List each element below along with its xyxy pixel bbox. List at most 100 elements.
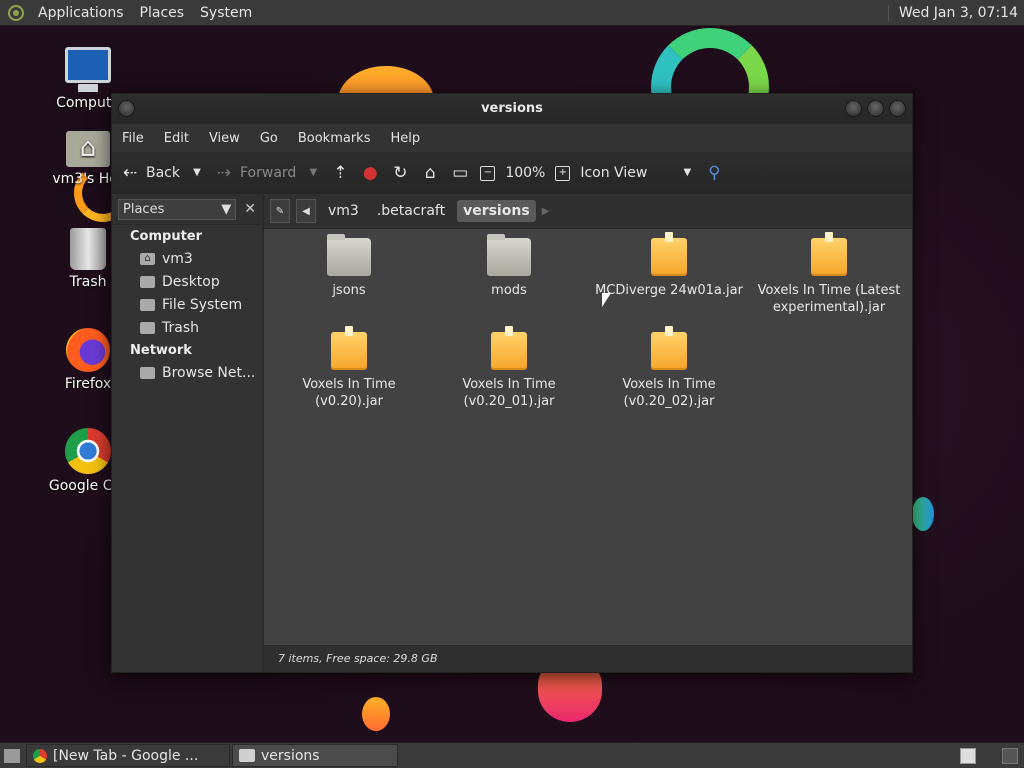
sidebar-item-trash[interactable]: Trash xyxy=(112,316,262,339)
reload-icon[interactable]: ↻ xyxy=(390,163,410,183)
up-arrow-icon[interactable]: ⇡ xyxy=(330,163,350,183)
menu-file[interactable]: File xyxy=(112,131,154,146)
file-name: Voxels In Time (v0.20_02).jar xyxy=(622,377,716,409)
path-scroll-left-icon[interactable]: ◀ xyxy=(296,199,316,223)
file-item-voxels-latest[interactable]: Voxels In Time (Latest experimental).jar xyxy=(754,232,904,316)
path-scroll-right-icon[interactable]: ▶ xyxy=(542,206,550,217)
workspace-1[interactable] xyxy=(960,747,976,764)
menubar: File Edit View Go Bookmarks Help xyxy=(112,124,912,152)
menu-view[interactable]: View xyxy=(199,131,250,146)
sidebar-item-label: Desktop xyxy=(162,273,220,290)
window-menu-button[interactable] xyxy=(118,100,135,117)
window-title: versions xyxy=(481,101,543,116)
back-label: Back xyxy=(146,165,180,181)
home-icon[interactable]: ⌂ xyxy=(420,163,440,183)
window-titlebar[interactable]: versions xyxy=(112,94,912,124)
file-item-mods[interactable]: mods xyxy=(434,234,584,299)
home-folder-icon xyxy=(66,131,110,167)
forward-button[interactable]: ⇢ Forward xyxy=(214,163,296,183)
file-item-mcdiverge[interactable]: MCDiverge 24w01a.jar xyxy=(594,232,744,299)
forward-history-dropdown-icon[interactable]: ▼ xyxy=(306,163,320,183)
applications-menu[interactable]: Applications xyxy=(30,0,132,25)
computer-icon[interactable]: ▭ xyxy=(450,163,470,183)
chrome-icon xyxy=(33,748,47,763)
sidebar-item-vm3[interactable]: ⌂ vm3 xyxy=(112,247,262,270)
desktop-icon-label: Firefox xyxy=(64,376,112,392)
home-folder-icon: ⌂ xyxy=(140,252,155,265)
maximize-button[interactable] xyxy=(867,100,884,117)
sidebar-item-browse-network[interactable]: Browse Net... xyxy=(112,361,262,384)
zoom-in-icon[interactable]: + xyxy=(555,165,571,181)
mouse-pointer-icon xyxy=(602,293,611,307)
search-icon[interactable]: ⚲ xyxy=(704,163,724,183)
back-button[interactable]: ⇠ Back xyxy=(120,163,180,183)
sidebar-item-label: File System xyxy=(162,296,243,313)
toolbar: ⇠ Back ▼ ⇢ Forward ▼ ⇡ ● ↻ ⌂ ▭ − 100% + … xyxy=(112,152,912,194)
menu-help[interactable]: Help xyxy=(380,131,430,146)
back-arrow-icon: ⇠ xyxy=(122,163,138,183)
file-item-voxels-v020[interactable]: Voxels In Time (v0.20).jar xyxy=(274,326,424,410)
sidebar-group-network: Network xyxy=(130,343,192,358)
location-bar: ✎ ◀ vm3 .betacraft versions ▶ xyxy=(264,194,912,229)
view-mode-dropdown-icon[interactable]: ▼ xyxy=(680,163,694,183)
close-sidebar-icon[interactable]: ✕ xyxy=(244,201,256,217)
workspace-2[interactable] xyxy=(1002,747,1018,764)
folder-icon xyxy=(239,749,255,762)
breadcrumb-vm3[interactable]: vm3 xyxy=(322,200,365,222)
sidebar-item-file-system[interactable]: File System xyxy=(112,293,262,316)
task-versions[interactable]: versions xyxy=(232,744,398,767)
sidebar-group-computer: Computer xyxy=(130,229,203,244)
file-name: Voxels In Time (v0.20_01).jar xyxy=(462,377,556,409)
zoom-out-icon[interactable]: − xyxy=(480,165,496,181)
sidebar-item-label: Trash xyxy=(162,319,199,336)
file-item-voxels-v020-01[interactable]: Voxels In Time (v0.20_01).jar xyxy=(434,326,584,410)
sidebar-selector[interactable]: Places ▼ xyxy=(118,198,237,220)
computer-icon xyxy=(65,47,111,92)
view-mode-select[interactable]: Icon View xyxy=(580,165,670,181)
folder-icon xyxy=(327,234,371,276)
edit-location-icon[interactable]: ✎ xyxy=(270,199,290,223)
menu-bookmarks[interactable]: Bookmarks xyxy=(288,131,381,146)
firefox-icon xyxy=(66,328,110,372)
sidebar-item-label: Browse Net... xyxy=(162,364,256,381)
jar-package-icon xyxy=(651,232,687,276)
network-icon xyxy=(140,366,155,379)
wallpaper-shape xyxy=(912,497,934,531)
jar-package-icon xyxy=(811,232,847,276)
menu-edit[interactable]: Edit xyxy=(154,131,199,146)
breadcrumb-versions[interactable]: versions xyxy=(457,200,536,222)
wallpaper-shape xyxy=(362,697,390,731)
task-label: [New Tab - Google ... xyxy=(53,747,199,764)
file-name: Voxels In Time (Latest experimental).jar xyxy=(757,283,901,315)
file-manager-window: versions File Edit View Go Bookmarks Hel… xyxy=(111,93,913,673)
jar-package-icon xyxy=(651,326,687,370)
file-item-voxels-v020-02[interactable]: Voxels In Time (v0.20_02).jar xyxy=(594,326,744,410)
system-menu[interactable]: System xyxy=(192,0,260,25)
back-history-dropdown-icon[interactable]: ▼ xyxy=(190,163,204,183)
show-desktop-icon[interactable] xyxy=(4,748,20,763)
menu-go[interactable]: Go xyxy=(250,131,288,146)
minimize-button[interactable] xyxy=(845,100,862,117)
zoom-level[interactable]: 100% xyxy=(505,165,545,181)
places-menu[interactable]: Places xyxy=(132,0,193,25)
chrome-icon xyxy=(65,428,111,474)
sidebar-item-desktop[interactable]: Desktop xyxy=(112,270,262,293)
file-item-jsons[interactable]: jsons xyxy=(274,234,424,299)
clock[interactable]: Wed Jan 3, 07:14 xyxy=(887,4,1024,21)
desktop-icon-label: Trash xyxy=(69,274,107,290)
folder-icon xyxy=(487,234,531,276)
sidebar-item-label: vm3 xyxy=(162,250,193,267)
content-area: ✎ ◀ vm3 .betacraft versions ▶ jsons mods xyxy=(264,194,912,672)
task-chrome[interactable]: [New Tab - Google ... xyxy=(26,744,230,767)
distro-logo-icon[interactable] xyxy=(8,4,24,21)
close-button[interactable] xyxy=(889,100,906,117)
jar-package-icon xyxy=(491,326,527,370)
trash-icon xyxy=(140,321,155,334)
forward-arrow-icon: ⇢ xyxy=(216,163,232,183)
sidebar-header: Places ▼ ✕ xyxy=(112,194,262,225)
trash-icon xyxy=(70,228,106,270)
sidebar: Places ▼ ✕ Computer ⌂ vm3 Desktop File S… xyxy=(112,194,264,672)
breadcrumb-betacraft[interactable]: .betacraft xyxy=(371,200,451,222)
stop-icon[interactable]: ● xyxy=(360,163,380,183)
status-bar: 7 items, Free space: 29.8 GB xyxy=(264,645,912,672)
